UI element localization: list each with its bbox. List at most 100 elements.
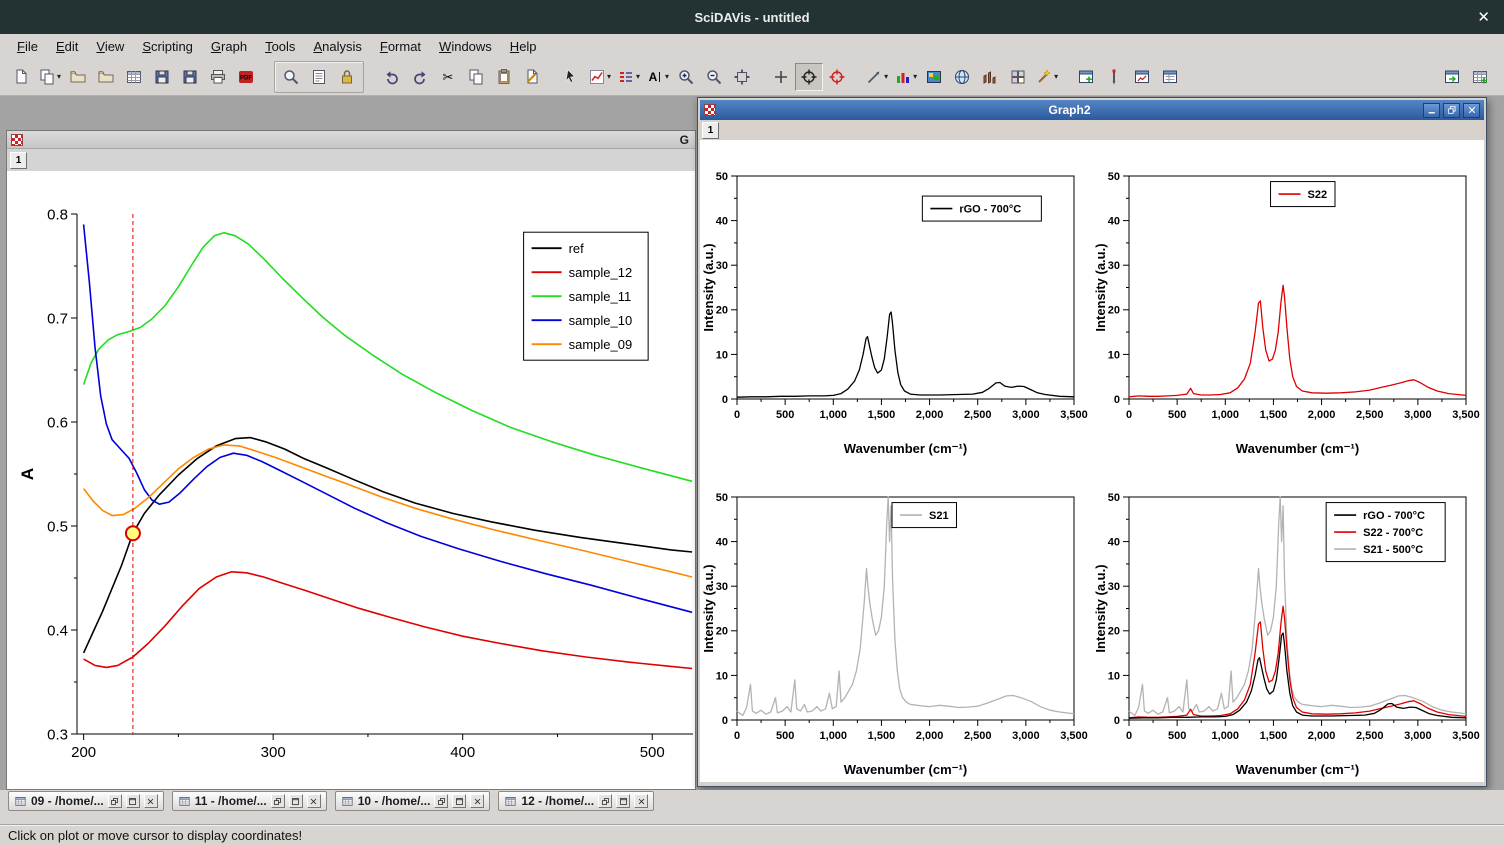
graph1-window[interactable]: G 1 2003004005000.30.40.50.60.70.8Arefsa…: [6, 130, 696, 790]
plot-style-button[interactable]: ▾: [614, 63, 643, 91]
tab-restore-button[interactable]: [108, 794, 122, 808]
pointer-tool-button[interactable]: [1100, 63, 1128, 91]
tab-close-button[interactable]: [634, 794, 648, 808]
new-function-plot-button[interactable]: [1156, 63, 1184, 91]
menu-format[interactable]: Format: [371, 36, 430, 57]
graph1-layer-button[interactable]: 1: [10, 152, 27, 169]
svg-text:50: 50: [716, 492, 728, 504]
svg-text:Wavenumber (cm⁻¹): Wavenumber (cm⁻¹): [844, 441, 967, 456]
tab-close-button[interactable]: [470, 794, 484, 808]
tab-maximize-button[interactable]: [452, 794, 466, 808]
tab-close-button[interactable]: [307, 794, 321, 808]
menu-help[interactable]: Help: [501, 36, 546, 57]
add-text-button[interactable]: A▾: [643, 63, 672, 91]
graph2-restore-button[interactable]: [1443, 103, 1460, 118]
svg-text:0: 0: [734, 409, 740, 421]
export-pdf-button[interactable]: PDF: [232, 63, 260, 91]
draw-line-button[interactable]: ▾: [862, 63, 891, 91]
undo-icon: [383, 68, 401, 86]
taskbar-tab-09[interactable]: 09 - /home/...: [8, 791, 164, 811]
curve-style-button[interactable]: ▾: [585, 63, 614, 91]
tab-restore-button[interactable]: [598, 794, 612, 808]
graph1-title-bar[interactable]: G: [7, 131, 695, 149]
table-icon: [341, 795, 354, 808]
disable-tools-button[interactable]: [557, 63, 585, 91]
save-project-button[interactable]: [148, 63, 176, 91]
menu-analysis[interactable]: Analysis: [304, 36, 370, 57]
taskbar-tab-11[interactable]: 11 - /home/...: [172, 791, 327, 811]
add-column-button[interactable]: [1466, 63, 1494, 91]
uvvis-absorbance-chart[interactable]: 2003004005000.30.40.50.60.70.8Arefsample…: [7, 171, 695, 789]
plot-3d-sphere-button[interactable]: [948, 63, 976, 91]
cut-selection-button[interactable]: ✂: [434, 63, 462, 91]
redo-button[interactable]: [406, 63, 434, 91]
svg-text:50: 50: [716, 171, 728, 183]
graph2-title-bar[interactable]: Graph2: [700, 100, 1484, 120]
open-project-button[interactable]: [64, 63, 92, 91]
plot-wizard-button[interactable]: ▾: [1032, 63, 1061, 91]
save-template-button[interactable]: [176, 63, 204, 91]
add-layer-button[interactable]: [1072, 63, 1100, 91]
taskbar-tab-10[interactable]: 10 - /home/...: [335, 791, 491, 811]
open-template-button[interactable]: [92, 63, 120, 91]
svg-text:Wavenumber (cm⁻¹): Wavenumber (cm⁻¹): [1236, 441, 1359, 456]
svg-text:Intensity (a.u.): Intensity (a.u.): [1093, 564, 1108, 652]
zoom-in-icon: [677, 68, 695, 86]
graph2-minimize-button[interactable]: [1423, 103, 1440, 118]
rescale-axes-button[interactable]: [728, 63, 756, 91]
paste-selection-button[interactable]: [490, 63, 518, 91]
zoom-out-button[interactable]: [700, 63, 728, 91]
new-table-button[interactable]: [120, 63, 148, 91]
plot-3d-bars-button[interactable]: [976, 63, 1004, 91]
add-image-button[interactable]: [920, 63, 948, 91]
lock-toolbars-icon: [338, 68, 356, 86]
plot-3d-bars-icon: [981, 68, 999, 86]
menu-windows[interactable]: Windows: [430, 36, 501, 57]
svg-text:1,500: 1,500: [868, 409, 896, 421]
screen-reader-button[interactable]: [823, 63, 851, 91]
svg-text:3,500: 3,500: [1060, 730, 1088, 742]
raman-chart-rgo[interactable]: 05001,0001,5002,0002,5003,0003,500010203…: [700, 140, 1092, 461]
tab-close-button[interactable]: [144, 794, 158, 808]
menu-scripting[interactable]: Scripting: [133, 36, 202, 57]
copy-selection-button[interactable]: [462, 63, 490, 91]
new-note-button[interactable]: [518, 63, 546, 91]
tab-maximize-button[interactable]: [289, 794, 303, 808]
plot-3d-sphere-icon: [953, 68, 971, 86]
tab-restore-button[interactable]: [434, 794, 448, 808]
raman-chart-s21[interactable]: 05001,0001,5002,0002,5003,0003,500010203…: [700, 461, 1092, 782]
raman-chart-combined[interactable]: 05001,0001,5002,0002,5003,0003,500010203…: [1092, 461, 1484, 782]
graph2-close-button[interactable]: [1463, 103, 1480, 118]
results-log-button[interactable]: [305, 63, 333, 91]
lock-toolbars-button[interactable]: [333, 63, 361, 91]
menu-view[interactable]: View: [87, 36, 133, 57]
graph2-window[interactable]: Graph2 1 05001,0001,5002,0002,5003,0003,…: [697, 97, 1487, 787]
new-project-button[interactable]: [7, 63, 35, 91]
graph2-layer-button[interactable]: 1: [702, 122, 719, 139]
svg-text:0.4: 0.4: [47, 622, 68, 639]
svg-text:500: 500: [640, 744, 665, 761]
new-aspect-button[interactable]: ▾: [35, 63, 64, 91]
menu-graph[interactable]: Graph: [202, 36, 256, 57]
select-data-range-button[interactable]: [767, 63, 795, 91]
tab-restore-button[interactable]: [271, 794, 285, 808]
raman-chart-s22[interactable]: 05001,0001,5002,0002,5003,0003,500010203…: [1092, 140, 1484, 461]
arrange-layers-button[interactable]: [1004, 63, 1032, 91]
svg-text:sample_12: sample_12: [569, 265, 633, 280]
tab-maximize-button[interactable]: [616, 794, 630, 808]
tab-maximize-button[interactable]: [126, 794, 140, 808]
menu-file[interactable]: File: [8, 36, 47, 57]
svg-text:1,000: 1,000: [1212, 409, 1240, 421]
new-graph-button[interactable]: [1128, 63, 1156, 91]
menu-tools[interactable]: Tools: [256, 36, 304, 57]
project-explorer-button[interactable]: [277, 63, 305, 91]
dock-window-button[interactable]: [1438, 63, 1466, 91]
print-button[interactable]: [204, 63, 232, 91]
taskbar-tab-12[interactable]: 12 - /home/...: [498, 791, 654, 811]
window-close-button[interactable]: ✕: [1477, 8, 1490, 26]
add-curve-button[interactable]: ▾: [891, 63, 920, 91]
undo-button[interactable]: [378, 63, 406, 91]
zoom-in-button[interactable]: [672, 63, 700, 91]
data-reader-button[interactable]: [795, 63, 823, 91]
menu-edit[interactable]: Edit: [47, 36, 87, 57]
